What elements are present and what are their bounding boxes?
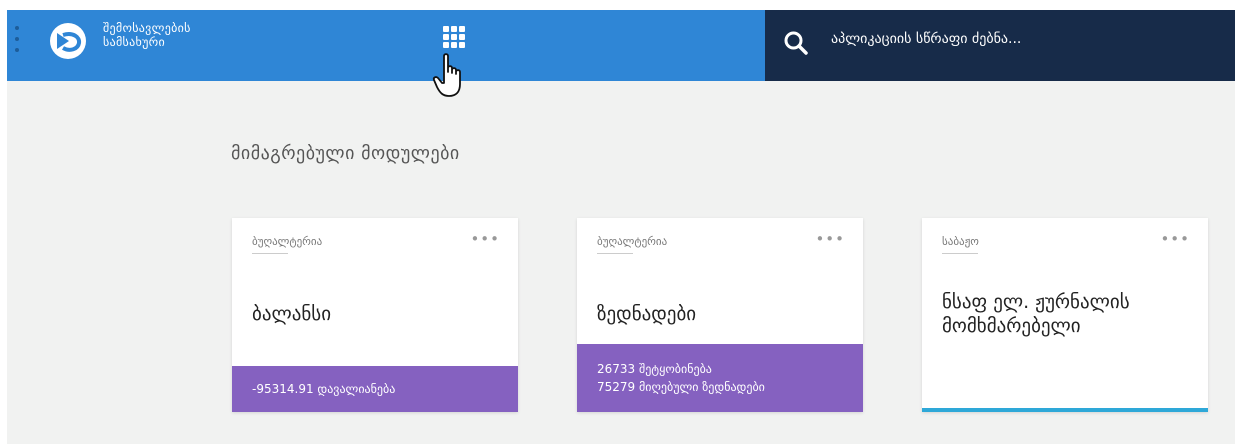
category-underline [942,253,978,254]
card-category: საბაჟო [942,235,979,248]
category-underline [252,253,288,254]
card-title-line-2: მომხმარებელი [942,315,1081,337]
card-category: ბუღალტერია [252,235,323,248]
search-input[interactable]: აპლიკაციის სწრაფი ძებნა... [831,31,1021,47]
footer-stat: 26733 შეტყობინება [597,362,712,376]
card-title-line-1: ნსაფ ელ. ჟურნალის [942,291,1130,313]
card-title: ნსაფ ელ. ჟურნალის მომხმარებელი [942,290,1130,338]
module-card-customs[interactable]: საბაჟო ••• ნსაფ ელ. ჟურნალის მომხმარებელ… [922,218,1208,412]
card-footer: -95314.91 დავალიანება [232,366,518,412]
more-options-icon[interactable]: ••• [815,230,845,248]
more-options-icon[interactable]: ••• [470,230,500,248]
hand-cursor-icon [432,53,461,97]
footer-stat: 75279 მიღებული ზედნადები [597,380,765,394]
brand-name[interactable]: შემოსავლების სამსახური [103,21,191,49]
card-category: ბუღალტერია [597,235,668,248]
top-bar: შემოსავლების სამსახური აპლიკაციის სწრაფი… [7,10,1235,81]
more-options-icon[interactable]: ••• [1160,230,1190,248]
card-accent-bar [922,408,1208,412]
search-bar[interactable]: აპლიკაციის სწრაფი ძებნა... [765,10,1235,81]
category-underline [597,253,633,254]
top-bar-left: შემოსავლების სამსახური [7,10,765,81]
card-title: ბალანსი [252,303,332,325]
card-title: ზედნადები [597,303,697,325]
module-card-waybills[interactable]: ბუღალტერია ••• ზედნადები 26733 შეტყობინე… [577,218,863,412]
logo-icon[interactable] [49,22,87,60]
search-icon[interactable] [783,30,809,56]
apps-grid-icon[interactable] [443,26,465,48]
module-card-balance[interactable]: ბუღალტერია ••• ბალანსი -95314.91 დავალია… [232,218,518,412]
card-footer: 26733 შეტყობინება 75279 მიღებული ზედნადე… [577,344,863,412]
brand-line-1: შემოსავლების [103,21,191,35]
kebab-icon[interactable] [14,26,20,52]
section-title: მიმაგრებული მოდულები [231,143,460,164]
brand-line-2: სამსახური [103,35,165,49]
footer-stat: -95314.91 დავალიანება [252,382,396,396]
